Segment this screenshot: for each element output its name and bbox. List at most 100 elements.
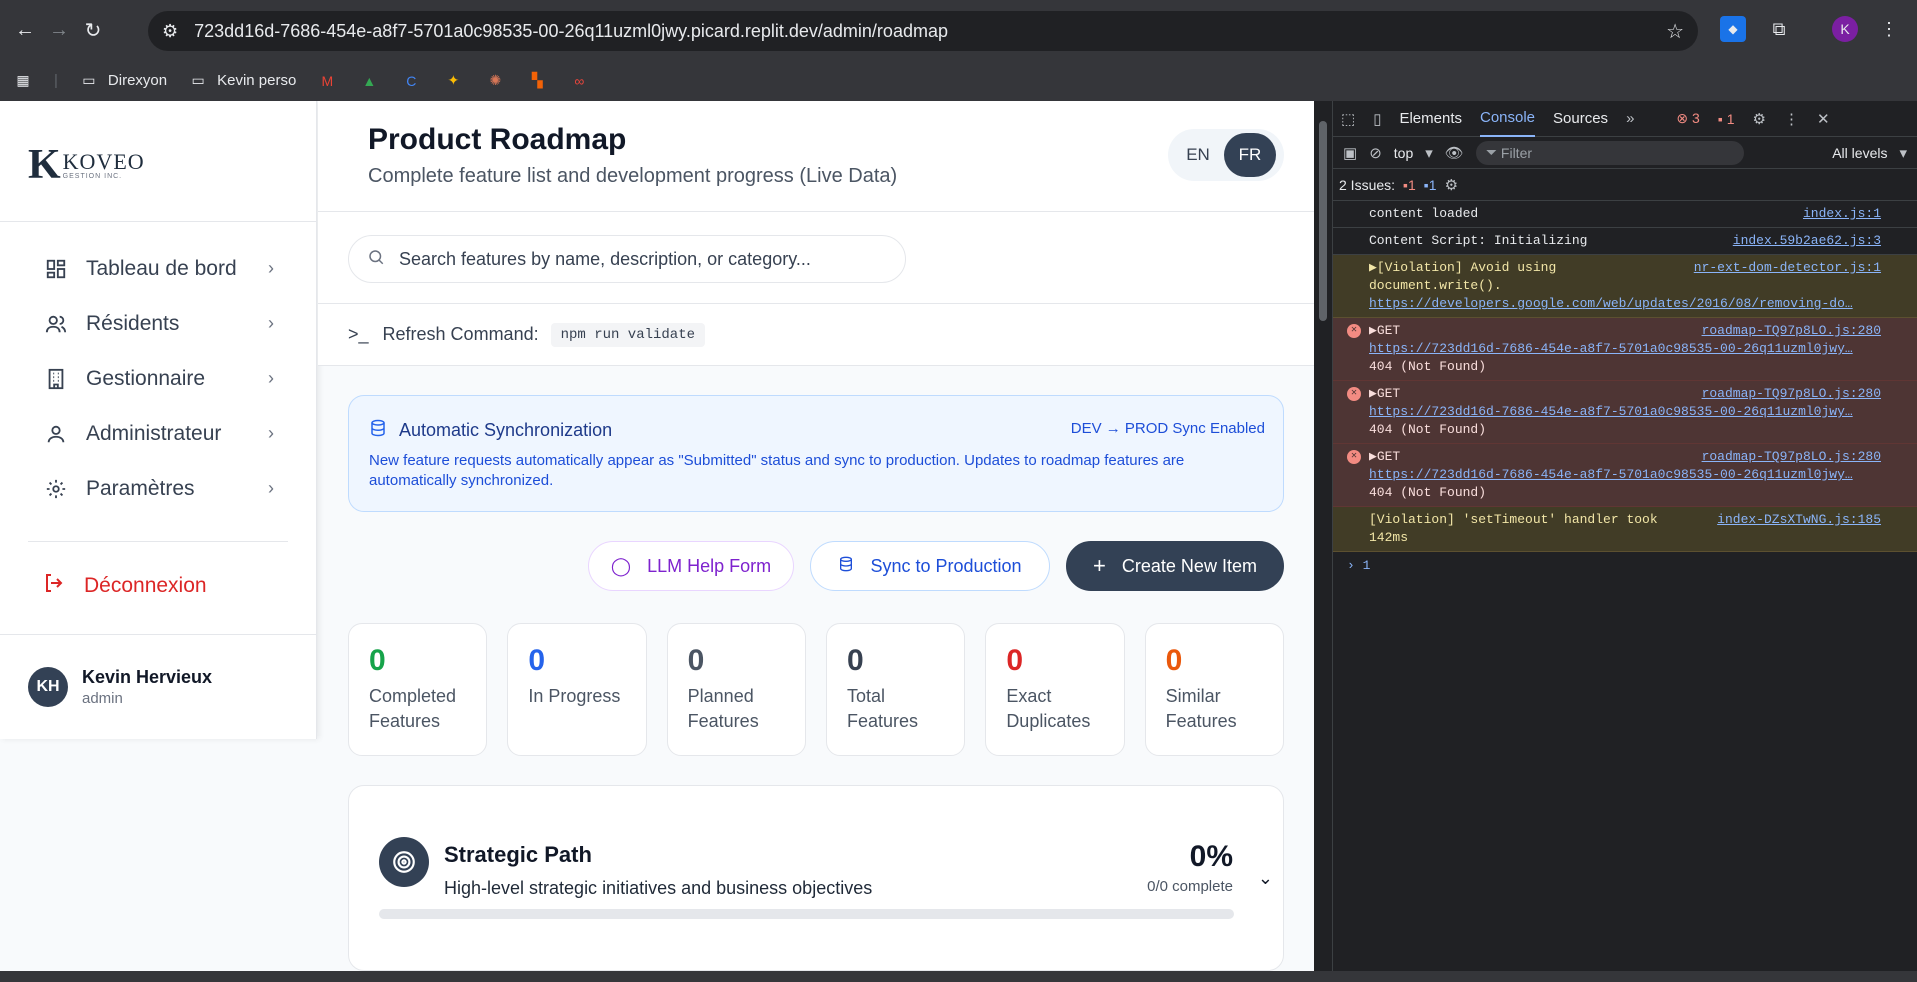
tab-console[interactable]: Console bbox=[1479, 101, 1536, 137]
sidebar-item-settings[interactable]: Paramètres › bbox=[28, 461, 288, 516]
sidebar-item-residents[interactable]: Résidents › bbox=[28, 296, 288, 351]
console-input[interactable]: 1 bbox=[1363, 558, 1371, 573]
console-prompt[interactable]: › 1 bbox=[1333, 552, 1917, 579]
inspect-icon[interactable]: ⬚ bbox=[1341, 110, 1355, 128]
link-app-icon[interactable]: ∞ bbox=[568, 72, 590, 90]
forward-icon[interactable]: → bbox=[42, 13, 76, 47]
building-icon bbox=[42, 365, 70, 393]
sidebar-item-manager[interactable]: Gestionnaire › bbox=[28, 351, 288, 406]
back-icon[interactable]: ← bbox=[8, 13, 42, 47]
app-window: K KOVEO GESTION INC. Tableau de bord › R… bbox=[0, 101, 1314, 971]
console-warning-entry[interactable]: ▶[Violation] Avoid using document.write(… bbox=[1333, 255, 1917, 318]
tab-elements[interactable]: Elements bbox=[1399, 101, 1462, 137]
chevron-right-icon: › bbox=[268, 423, 274, 443]
log-source-link[interactable]: index.59b2ae62.js:3 bbox=[1733, 232, 1881, 250]
eye-icon[interactable]: 👁 bbox=[1445, 144, 1464, 162]
extensions-icon[interactable]: ⧉ bbox=[1766, 16, 1792, 42]
bookmark-star-icon[interactable]: ☆ bbox=[1666, 19, 1684, 44]
drive-icon[interactable]: ▲ bbox=[358, 72, 380, 90]
issues-bar[interactable]: 2 Issues: ▪1 ▪1 ⚙ bbox=[1333, 169, 1917, 201]
log-url-link[interactable]: https://developers.google.com/web/update… bbox=[1369, 296, 1853, 311]
bookmark-direxyon[interactable]: ▭ Direxyon bbox=[78, 72, 167, 90]
profile-avatar[interactable]: K bbox=[1832, 16, 1858, 42]
scrollbar-thumb[interactable] bbox=[1319, 121, 1327, 321]
target-icon bbox=[379, 837, 429, 887]
claude-icon[interactable]: ✺ bbox=[484, 72, 506, 90]
search-placeholder: Search features by name, description, or… bbox=[399, 248, 811, 269]
close-icon[interactable]: ✕ bbox=[1817, 110, 1830, 128]
devtools-tabs: ⬚ ▯ Elements Console Sources » ⊗ 3 ▪ 1 ⚙… bbox=[1333, 101, 1917, 137]
console-error-entry[interactable]: ✕ ▶GET https://723dd16d-7686-454e-a8f7-570… bbox=[1333, 318, 1917, 381]
strategic-path-card[interactable]: Strategic Path High-level strategic init… bbox=[348, 785, 1284, 971]
stat-exact-duplicates: 0 Exact Duplicates bbox=[985, 623, 1125, 756]
logout-button[interactable]: Déconnexion bbox=[42, 571, 207, 601]
chevron-down-icon[interactable]: ⌄ bbox=[1258, 868, 1273, 889]
console-error-entry[interactable]: ✕ ▶GET https://723dd16d-7686-454e-a8f7-570… bbox=[1333, 444, 1917, 507]
llm-help-form-button[interactable]: ◯ LLM Help Form bbox=[588, 541, 794, 591]
page-scrollbar[interactable] bbox=[1314, 101, 1332, 971]
error-count-badge[interactable]: ⊗ 3 bbox=[1676, 110, 1699, 127]
main-content: Product Roadmap Complete feature list an… bbox=[318, 101, 1314, 971]
console-error-entry[interactable]: ✕ ▶GET https://723dd16d-7686-454e-a8f7-570… bbox=[1333, 381, 1917, 444]
log-source-link[interactable]: roadmap-TQ97p8LO.js:280 bbox=[1702, 385, 1881, 403]
gemini-icon[interactable]: ✦ bbox=[442, 72, 464, 90]
replit-icon[interactable]: ▚ bbox=[526, 72, 548, 90]
log-url-link[interactable]: https://723dd16d-7686-454e-a8f7-5701a0c9… bbox=[1369, 404, 1853, 419]
divider bbox=[0, 221, 317, 222]
filter-icon: ⏷ bbox=[1485, 144, 1501, 160]
filter-input[interactable]: ⏷ Filter bbox=[1475, 140, 1744, 165]
log-source-link[interactable]: roadmap-TQ97p8LO.js:280 bbox=[1702, 448, 1881, 466]
issues-count-badge[interactable]: ▪ 1 bbox=[1718, 111, 1735, 127]
chrome-menu-icon[interactable]: ⋮ bbox=[1876, 16, 1902, 42]
refresh-command-code[interactable]: npm run validate bbox=[550, 322, 706, 347]
issues-settings-icon[interactable]: ⚙ bbox=[1445, 176, 1458, 194]
console-warning-entry[interactable]: [Violation] 'setTimeout' handler took 14… bbox=[1333, 507, 1917, 552]
context-select[interactable]: top bbox=[1394, 145, 1413, 161]
log-levels-select[interactable]: All levels bbox=[1832, 145, 1887, 161]
stat-in-progress: 0 In Progress bbox=[507, 623, 647, 756]
stat-value: 0 bbox=[1165, 644, 1183, 677]
user-profile[interactable]: KH Kevin Hervieux admin bbox=[28, 667, 212, 707]
action-buttons: ◯ LLM Help Form Sync to Production + Cre… bbox=[318, 541, 1284, 591]
log-source-link[interactable]: roadmap-TQ97p8LO.js:280 bbox=[1702, 322, 1881, 340]
apps-icon[interactable]: ▦ bbox=[12, 72, 34, 90]
tab-sources[interactable]: Sources bbox=[1553, 101, 1608, 137]
browser-toolbar: ← → ↻ ⚙ 723dd16d-7686-454e-a8f7-5701a0c9… bbox=[0, 0, 1917, 60]
address-bar[interactable]: ⚙ 723dd16d-7686-454e-a8f7-5701a0c98535-0… bbox=[148, 11, 1698, 51]
settings-gear-icon[interactable]: ⚙ bbox=[1752, 110, 1765, 128]
log-source-link[interactable]: nr-ext-dom-detector.js:1 bbox=[1694, 259, 1881, 277]
device-toolbar-icon[interactable]: ▯ bbox=[1373, 110, 1381, 128]
c-app-icon[interactable]: C bbox=[400, 72, 422, 90]
sync-to-production-button[interactable]: Sync to Production bbox=[810, 541, 1050, 591]
create-new-item-button[interactable]: + Create New Item bbox=[1066, 541, 1284, 591]
lang-fr-button[interactable]: FR bbox=[1224, 133, 1276, 177]
koveo-logo[interactable]: K KOVEO GESTION INC. bbox=[28, 141, 145, 189]
log-source-link[interactable]: index-DZsXTwNG.js:185 bbox=[1717, 511, 1881, 529]
terminal-icon: >_ bbox=[348, 324, 369, 344]
log-url-link[interactable]: https://723dd16d-7686-454e-a8f7-5701a0c9… bbox=[1369, 467, 1853, 482]
gmail-icon[interactable]: M bbox=[316, 72, 338, 90]
reload-icon[interactable]: ↻ bbox=[76, 13, 110, 47]
log-text: Content Script: Initializing bbox=[1369, 233, 1588, 248]
chevron-right-icon: › bbox=[268, 258, 274, 278]
bitwarden-icon[interactable]: ◆ bbox=[1720, 16, 1746, 42]
log-url-link[interactable]: https://723dd16d-7686-454e-a8f7-5701a0c9… bbox=[1369, 341, 1853, 356]
stat-value: 0 bbox=[369, 644, 386, 677]
sidebar: K KOVEO GESTION INC. Tableau de bord › R… bbox=[0, 101, 317, 739]
lang-en-button[interactable]: EN bbox=[1172, 133, 1224, 177]
search-input[interactable]: Search features by name, description, or… bbox=[348, 235, 906, 283]
filter-placeholder: Filter bbox=[1500, 144, 1533, 161]
logout-label: Déconnexion bbox=[84, 574, 207, 597]
sidebar-item-admin[interactable]: Administrateur › bbox=[28, 406, 288, 461]
more-tabs-icon[interactable]: » bbox=[1626, 110, 1634, 127]
site-settings-icon[interactable]: ⚙ bbox=[162, 21, 178, 42]
sidebar-item-dashboard[interactable]: Tableau de bord › bbox=[28, 241, 288, 296]
taskbar bbox=[0, 971, 1917, 982]
clear-console-icon[interactable]: ⊘ bbox=[1369, 144, 1382, 162]
bookmark-kevin-perso[interactable]: ▭ Kevin perso bbox=[187, 72, 296, 90]
log-source-link[interactable]: index.js:1 bbox=[1803, 205, 1881, 223]
error-icon: ✕ bbox=[1347, 324, 1361, 338]
kebab-menu-icon[interactable]: ⋮ bbox=[1784, 110, 1799, 128]
sidebar-toggle-icon[interactable]: ▣ bbox=[1343, 144, 1357, 162]
search-section: Search features by name, description, or… bbox=[318, 212, 1314, 304]
